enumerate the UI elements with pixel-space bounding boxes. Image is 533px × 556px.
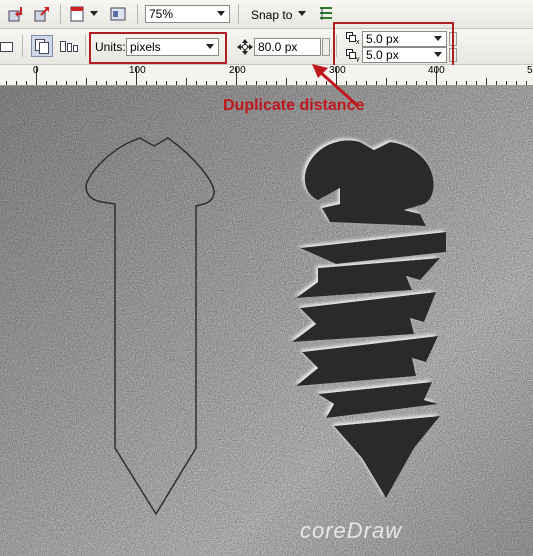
- ruler-ticks: [6, 67, 527, 85]
- landscape-page-icon: [0, 42, 13, 52]
- stone-grain-overlay: [0, 86, 533, 556]
- ruler-label: 5: [527, 65, 533, 76]
- nudge-spinner[interactable]: [322, 38, 330, 56]
- snap-to-dropdown[interactable]: [296, 4, 308, 24]
- drawing-canvas[interactable]: coreDraw: [0, 86, 533, 556]
- ruler-label: 100: [129, 65, 146, 76]
- import-button[interactable]: [6, 4, 26, 24]
- separator: [85, 35, 86, 57]
- zoom-level-value: 75%: [149, 7, 174, 21]
- separator: [137, 4, 138, 24]
- all-pages-button[interactable]: [31, 35, 53, 57]
- zoom-level-combo[interactable]: 75%: [145, 5, 230, 23]
- page-layout-icon: [60, 41, 78, 52]
- property-bar: Units: pixels 80.0 px x 5.0 px y 5.0 px: [0, 22, 533, 70]
- ruler-label: 400: [428, 65, 445, 76]
- nudge-icon-holder: [236, 37, 254, 57]
- ruler-label: 0: [33, 65, 39, 76]
- application-launcher-icon: [110, 7, 126, 21]
- export-button[interactable]: [32, 4, 52, 24]
- nudge-icon: [237, 39, 253, 55]
- publish-pdf-icon: [70, 6, 84, 22]
- publish-dropdown[interactable]: [88, 4, 100, 24]
- chevron-down-icon: [217, 11, 225, 16]
- separator: [60, 4, 61, 24]
- ruler-label: 200: [229, 65, 246, 76]
- zoom-dropdown-arrow[interactable]: [215, 8, 227, 20]
- nudge-distance-value: 80.0 px: [258, 40, 298, 54]
- coreldraw-watermark: coreDraw: [300, 518, 403, 543]
- pages-icon: [35, 39, 49, 54]
- chevron-down-icon: [298, 11, 306, 16]
- nudge-distance-input[interactable]: 80.0 px: [254, 38, 321, 56]
- options-icon: [320, 7, 332, 20]
- horizontal-ruler[interactable]: 0 100 200 300 400 5: [0, 65, 533, 86]
- snap-to-button[interactable]: Snap to: [251, 7, 292, 23]
- publish-pdf-button[interactable]: [67, 4, 87, 24]
- canvas-artwork: [0, 86, 533, 556]
- import-icon: [8, 7, 22, 22]
- separator: [238, 4, 239, 24]
- separator: [22, 35, 23, 57]
- export-icon: [34, 7, 49, 22]
- options-button[interactable]: [316, 4, 336, 24]
- units-highlight-box: [89, 32, 227, 64]
- annotation-arrow: [312, 64, 360, 108]
- page-orientation-button[interactable]: [0, 37, 14, 57]
- current-page-button[interactable]: [58, 36, 80, 56]
- chevron-down-icon: [90, 11, 98, 16]
- application-launcher-button[interactable]: [108, 4, 128, 24]
